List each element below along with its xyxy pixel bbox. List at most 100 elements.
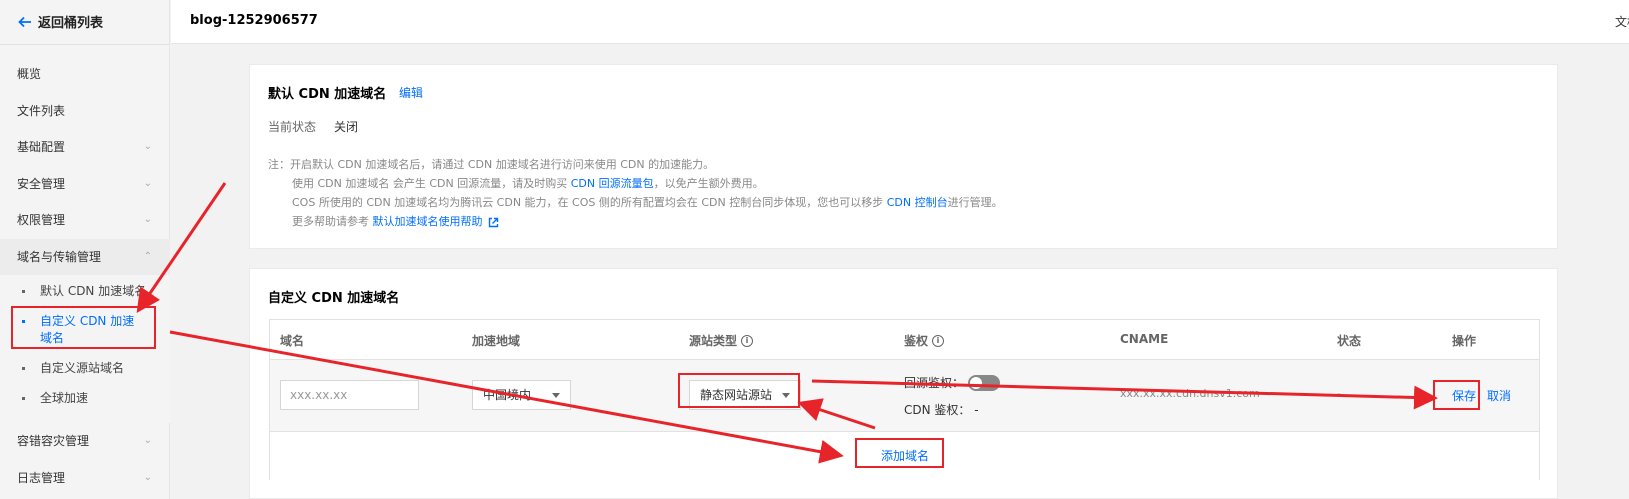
region-select-value: 中国境内: [483, 388, 532, 402]
chevron-down-icon: ⌄: [143, 177, 152, 189]
sidebar: 返回桶列表 概览 文件列表 基础配置 ⌄ 安全管理 ⌄ 权限管理 ⌄ 域名与传输…: [0, 0, 170, 499]
bullet-icon: [22, 367, 25, 370]
bullet-icon: [22, 290, 25, 293]
chevron-up-icon: ⌃: [143, 250, 152, 262]
col-auth: 鉴权 i: [904, 332, 945, 349]
caret-down-icon: [782, 393, 790, 398]
caret-down-icon: [552, 393, 560, 398]
back-to-bucket-list-button[interactable]: 返回桶列表: [18, 12, 103, 31]
sidebar-item-label: 基础配置: [17, 140, 66, 154]
sidebar-subitem-custom-origin[interactable]: 自定义源站域名: [0, 360, 170, 377]
chevron-down-icon: ⌄: [143, 471, 152, 483]
doc-link[interactable]: 文档: [1615, 13, 1629, 30]
sidebar-subitem-label: 自定义 CDN 加速域名: [40, 314, 135, 345]
col-label: 鉴权: [904, 334, 929, 348]
note-text: COS 所使用的 CDN 加速域名均为腾讯云 CDN 能力，在 COS 侧的所有…: [292, 196, 887, 209]
external-link-icon[interactable]: [488, 217, 499, 228]
cdn-traffic-package-link[interactable]: CDN 回源流量包: [571, 177, 654, 190]
sidebar-item-domain-transfer[interactable]: 域名与传输管理 ⌃: [0, 238, 170, 275]
table-footer: 添加域名: [270, 432, 1539, 481]
add-domain-button[interactable]: 添加域名: [881, 447, 929, 464]
bullet-icon: [22, 320, 25, 323]
origin-auth-label: 回源鉴权：: [904, 376, 965, 390]
table-header: 域名 加速地域 源站类型 i 鉴权 i CNAME 状态 操作: [270, 320, 1539, 360]
sidebar-item-fault-tolerance[interactable]: 容错容灾管理 ⌄: [0, 423, 170, 460]
col-origin-type: 源站类型 i: [689, 332, 754, 349]
col-label: 操作: [1452, 334, 1477, 348]
sidebar-item-label: 域名与传输管理: [17, 249, 102, 264]
cdn-auth-label: CDN 鉴权：: [904, 403, 971, 417]
chevron-down-icon: ⌄: [143, 141, 152, 152]
sidebar-item-label: 日志管理: [17, 470, 66, 485]
note-line: 注：开启默认 CDN 加速域名后，请通过 CDN 加速域名进行访问来使用 CDN…: [268, 156, 714, 172]
cdn-console-link[interactable]: CDN 控制台: [887, 196, 948, 209]
sidebar-subnav: 默认 CDN 加速域名 自定义 CDN 加速域名 自定义源站域名 全球加速: [0, 275, 170, 423]
cdn-auth: CDN 鉴权： -: [904, 401, 979, 418]
status-label: 当前状态: [268, 120, 317, 134]
col-domain: 域名: [280, 332, 304, 349]
status-value: 关闭: [334, 120, 359, 134]
note-line: 使用 CDN 加速域名 会产生 CDN 回源流量，请及时购买 CDN 回源流量包…: [292, 175, 764, 191]
col-label: 状态: [1337, 334, 1362, 348]
default-cdn-help-link[interactable]: 默认加速域名使用帮助: [373, 215, 483, 228]
sidebar-subitem-label: 自定义源站域名: [40, 361, 125, 375]
table-row: xxx.xx.xx 中国境内 静态网站源站 回源鉴权： CDN 鉴权： - xx…: [270, 360, 1539, 432]
chevron-down-icon: ⌄: [143, 435, 152, 446]
sidebar-item-overview[interactable]: 概览: [0, 56, 170, 93]
bucket-name: blog-1252906577: [190, 13, 318, 28]
sidebar-item-file-list[interactable]: 文件列表: [0, 93, 170, 130]
cdn-auth-value: -: [974, 403, 979, 417]
default-cdn-panel: 默认 CDN 加速域名 编辑 当前状态 关闭 注：开启默认 CDN 加速域名后，…: [249, 64, 1558, 249]
note-text: ，以免产生额外费用。: [653, 177, 764, 190]
sidebar-item-label: 容错容灾管理: [17, 434, 90, 448]
sidebar-item-basic-config[interactable]: 基础配置 ⌄: [0, 129, 170, 166]
origin-auth-toggle[interactable]: [968, 374, 1001, 391]
top-bar: blog-1252906577 文档: [171, 0, 1629, 44]
note-text: 注：开启默认 CDN 加速域名后，请通过 CDN 加速域名进行访问来使用 CDN…: [268, 158, 715, 171]
save-button[interactable]: 保存: [1452, 387, 1476, 404]
bullet-icon: [22, 397, 25, 400]
col-label: 域名: [280, 334, 305, 348]
origin-type-select[interactable]: 静态网站源站: [689, 380, 801, 410]
divider: [0, 44, 170, 45]
origin-auth: 回源鉴权：: [904, 374, 1001, 391]
chevron-down-icon: ⌄: [143, 214, 152, 225]
origin-type-select-value: 静态网站源站: [700, 388, 773, 402]
custom-cdn-panel: 自定义 CDN 加速域名 域名 加速地域 源站类型 i 鉴权 i CNAME 状态 …: [249, 268, 1558, 499]
sidebar-subitem-global-accel[interactable]: 全球加速: [0, 390, 170, 407]
sidebar-nav: 概览 文件列表 基础配置 ⌄ 安全管理 ⌄ 权限管理 ⌄ 域名与传输管理 ⌃ 默…: [0, 56, 170, 496]
domain-input[interactable]: xxx.xx.xx: [280, 380, 419, 410]
region-select[interactable]: 中国境内: [472, 380, 571, 410]
cancel-button[interactable]: 取消: [1487, 387, 1511, 404]
custom-cdn-table: 域名 加速地域 源站类型 i 鉴权 i CNAME 状态 操作 xxx.xx.xx …: [269, 319, 1540, 481]
default-cdn-title: 默认 CDN 加速域名: [268, 87, 387, 102]
back-label: 返回桶列表: [38, 16, 104, 31]
status-value: -: [1337, 387, 1341, 400]
note-line: 更多帮助请参考 默认加速域名使用帮助: [292, 213, 499, 229]
col-actions: 操作: [1452, 332, 1476, 349]
info-icon[interactable]: i: [932, 334, 945, 347]
sidebar-item-label: 安全管理: [17, 176, 66, 191]
col-region: 加速地域: [472, 332, 520, 349]
col-label: CNAME: [1120, 332, 1169, 346]
col-label: 加速地域: [472, 334, 521, 348]
custom-cdn-title: 自定义 CDN 加速域名: [268, 291, 400, 306]
sidebar-item-label: 权限管理: [17, 213, 66, 227]
sidebar-item-permissions[interactable]: 权限管理 ⌄: [0, 202, 170, 239]
arrow-left-icon: [18, 16, 31, 27]
col-cname: CNAME: [1120, 332, 1168, 346]
edit-link[interactable]: 编辑: [399, 84, 423, 101]
note-text: 使用 CDN 加速域名 会产生 CDN 回源流量，请及时购买: [292, 177, 571, 190]
col-status: 状态: [1337, 332, 1361, 349]
sidebar-subitem-custom-cdn[interactable]: 自定义 CDN 加速域名: [0, 313, 140, 347]
sidebar-item-security[interactable]: 安全管理 ⌄: [0, 166, 170, 203]
sidebar-item-label: 文件列表: [17, 103, 66, 118]
sidebar-item-label: 概览: [17, 67, 42, 81]
note-text: 进行管理。: [947, 196, 1003, 209]
cname-value: xxx.xx.xx.cdn.dnsv1.com: [1120, 387, 1260, 400]
note-line: COS 所使用的 CDN 加速域名均为腾讯云 CDN 能力，在 COS 侧的所有…: [292, 194, 1003, 210]
sidebar-item-log-management[interactable]: 日志管理 ⌄: [0, 460, 170, 497]
sidebar-subitem-default-cdn[interactable]: 默认 CDN 加速域名: [0, 283, 170, 300]
info-icon[interactable]: i: [741, 334, 754, 347]
sidebar-subitem-label: 全球加速: [40, 391, 89, 405]
